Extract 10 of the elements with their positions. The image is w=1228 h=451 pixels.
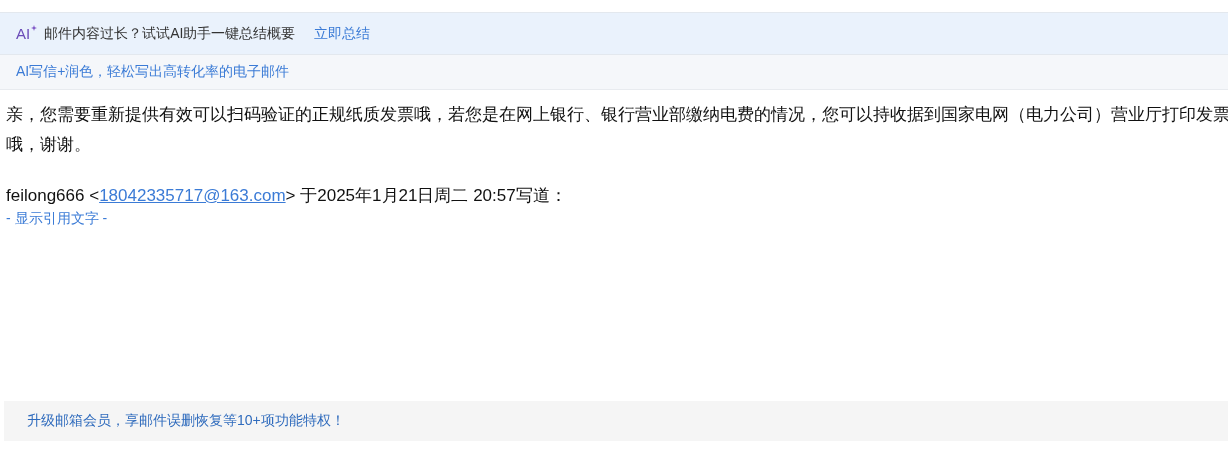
ai-logo: AI <box>16 25 31 42</box>
quote-header: feilong666 <18042335717@163.com> 于2025年1月21日周二 20:57写道： <box>6 185 567 207</box>
summarize-link[interactable]: 立即总结 <box>314 24 371 43</box>
ai-writing-link[interactable]: AI写信+润色，轻松写出高转化率的电子邮件 <box>16 63 290 81</box>
message-line: 哦，谢谢。 <box>6 134 92 156</box>
banner-message: 邮件内容过长？试试AI助手一键总结概要 <box>44 24 296 43</box>
show-quote-link[interactable]: - 显示引用文字 - <box>6 208 108 228</box>
sparkle-icon <box>31 25 38 31</box>
email-link[interactable]: 18042335717@163.com <box>99 186 286 205</box>
upgrade-link[interactable]: 升级邮箱会员，享邮件误删恢复等10+项功能特权！ <box>27 412 345 430</box>
